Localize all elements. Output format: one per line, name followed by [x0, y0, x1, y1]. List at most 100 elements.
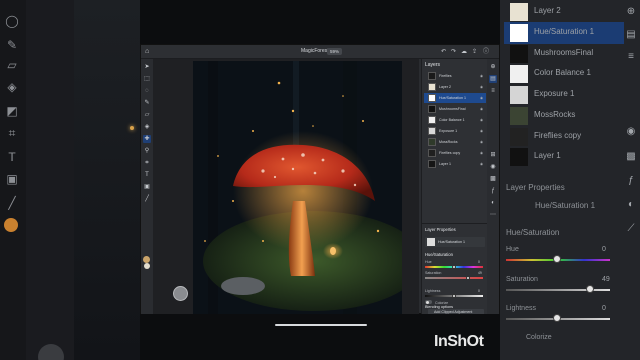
healing-tool-icon[interactable]: ✚ [143, 135, 151, 143]
saturation-slider-knob[interactable] [466, 275, 470, 280]
type-tool-icon[interactable]: T [143, 171, 151, 179]
canvas-area[interactable] [153, 59, 419, 326]
layer-row[interactable]: MossRocks ◉ [424, 137, 486, 147]
layer-row[interactable]: Exposure 1 ◉ [424, 126, 486, 136]
backdrop-layer-row: Color Balance 1 [504, 64, 624, 84]
visibility-eye-icon: ◉ [626, 126, 636, 137]
visibility-eye-icon[interactable]: ◉ [480, 151, 483, 155]
layer-name: Layer 2 [439, 84, 451, 89]
fill-tool-icon[interactable]: ◈ [143, 123, 151, 131]
redo-icon[interactable]: ↷ [451, 48, 456, 56]
backdrop-hue-knob [553, 255, 561, 263]
backdrop-hue-label: Hue [506, 246, 519, 253]
eyedropper-tool-icon[interactable]: ╱ [143, 195, 151, 203]
layer-thumbnail [510, 3, 528, 21]
image-icon: ▣ [6, 172, 18, 186]
layer-thumbnail [510, 65, 528, 83]
properties-layer-chip[interactable]: Hue/Saturation 1 [425, 237, 485, 247]
backdrop-saturation-value: 49 [602, 276, 610, 283]
backdrop-hue-saturation: Hue/Saturation [506, 228, 560, 237]
document-title[interactable]: MagicForest [301, 48, 329, 54]
backdrop-saturation-label: Saturation [506, 276, 538, 283]
layer-row[interactable]: Layer 1 ◉ [424, 159, 486, 169]
home-icon[interactable]: ⌂ [145, 48, 149, 56]
crop-tool-icon[interactable]: ⌗ [143, 159, 151, 167]
zoom-level[interactable]: 59% [327, 48, 343, 55]
visibility-eye-icon[interactable]: ◉ [480, 162, 483, 166]
mushroom-artwork[interactable] [193, 61, 402, 314]
layer-row[interactable]: Fireflies copy ◉ [424, 148, 486, 158]
eraser-tool-icon[interactable]: ▱ [143, 111, 151, 119]
add-clipped-adjustment-button[interactable]: Add Clipped Adjustment [428, 309, 484, 314]
marquee-tool-icon[interactable]: ⬚ [143, 75, 151, 83]
layer-row[interactable]: Color Balance 1 ◉ [424, 115, 486, 125]
clone-tool-icon[interactable]: ⚲ [143, 147, 151, 155]
share-icon[interactable]: ⇪ [472, 48, 477, 56]
crop-icon: ⌗ [8, 126, 16, 140]
layer-row[interactable]: Fireflies ◉ [424, 71, 486, 81]
visibility-eye-icon[interactable]: ◉ [480, 107, 483, 111]
layer-thumbnail [510, 24, 528, 42]
backdrop-layer-row: MossRocks [504, 106, 624, 126]
saturation-value[interactable]: 49 [478, 271, 482, 275]
panel-divider [422, 223, 487, 224]
layer-row[interactable]: MushroomsFinal ◉ [424, 104, 486, 114]
foreground-color-swatch[interactable] [143, 256, 150, 263]
background-color-swatch[interactable] [144, 263, 150, 269]
eyedropper-icon: ╱ [8, 196, 16, 210]
visibility-eye-icon[interactable]: ◉ [480, 85, 483, 89]
layer-thumbnail [428, 149, 436, 157]
place-image-icon[interactable]: ▣ [143, 183, 151, 191]
backdrop-layer-name: Fireflies copy [534, 131, 582, 140]
lightness-value[interactable]: 0 [478, 289, 480, 293]
colorize-toggle[interactable] [425, 300, 432, 304]
hue-slider-knob[interactable] [452, 264, 456, 269]
lasso-tool-icon[interactable]: ◌ [143, 87, 151, 95]
help-icon[interactable]: ⓘ [483, 48, 489, 56]
layers-title: Layers [425, 62, 441, 68]
layer-thumbnail [510, 128, 528, 146]
adjust-icon[interactable]: ◐ [489, 199, 497, 207]
layer-thumbnail [428, 83, 436, 91]
layer-row-selected[interactable]: Hue/Saturation 1 ◉ [424, 93, 486, 103]
layer-thumbnail [428, 72, 436, 80]
backdrop-layer-row: Fireflies copy [504, 127, 624, 147]
touch-shortcut-button[interactable] [173, 286, 188, 301]
visibility-eye-icon[interactable]: ◉ [480, 129, 483, 133]
fill-icon: ◈ [7, 80, 17, 94]
fx-icon[interactable]: ƒ [489, 187, 497, 195]
visibility-eye-icon[interactable]: ◉ [489, 163, 497, 171]
undo-icon[interactable]: ↶ [441, 48, 446, 56]
layer-thumbnail [428, 105, 436, 113]
visibility-eye-icon[interactable]: ◉ [480, 74, 483, 78]
inshot-watermark: InShOt [434, 333, 484, 350]
hue-label: Hue [425, 260, 432, 264]
backdrop-hue-value: 0 [602, 246, 606, 253]
brush-tool-icon[interactable]: ✎ [143, 99, 151, 107]
layer-name: Layer 1 [439, 161, 451, 166]
layers-icon[interactable]: ▤ [489, 75, 497, 83]
properties-icon[interactable]: ≡ [489, 87, 497, 95]
hue-saturation-title[interactable]: Hue/Saturation [425, 252, 453, 257]
visibility-eye-icon[interactable]: ◉ [480, 118, 483, 122]
lightness-slider-knob[interactable] [452, 293, 456, 298]
lasso-icon: ◯ [5, 14, 19, 28]
visibility-eye-icon[interactable]: ◉ [480, 140, 483, 144]
layer-thumbnail [510, 107, 528, 125]
left-toolbar: ➤ ⬚ ◌ ✎ ▱ ◈ ✚ ⚲ ⌗ T ▣ ╱ [141, 59, 153, 314]
more-icon[interactable]: ⋯ [489, 211, 497, 219]
properties-layer-name: Hue/Saturation 1 [438, 240, 465, 244]
visibility-eye-icon[interactable]: ◉ [480, 96, 483, 100]
home-indicator [275, 324, 367, 326]
layer-thumbnail [428, 116, 436, 124]
add-adjustment-icon[interactable]: ⊞ [489, 151, 497, 159]
backdrop-layer-row: Hue/Saturation 1 [504, 23, 624, 43]
layer-row[interactable]: Layer 2 ◉ [424, 82, 486, 92]
hue-value[interactable]: 0 [478, 260, 480, 264]
move-tool-icon[interactable]: ➤ [143, 63, 151, 71]
mask-icon[interactable]: ▩ [489, 175, 497, 183]
add-layer-icon[interactable]: ⊕ [489, 63, 497, 71]
cloud-icon[interactable]: ☁ [461, 48, 467, 56]
link-icon: ⟋ [627, 223, 635, 234]
saturation-slider[interactable] [425, 277, 483, 279]
